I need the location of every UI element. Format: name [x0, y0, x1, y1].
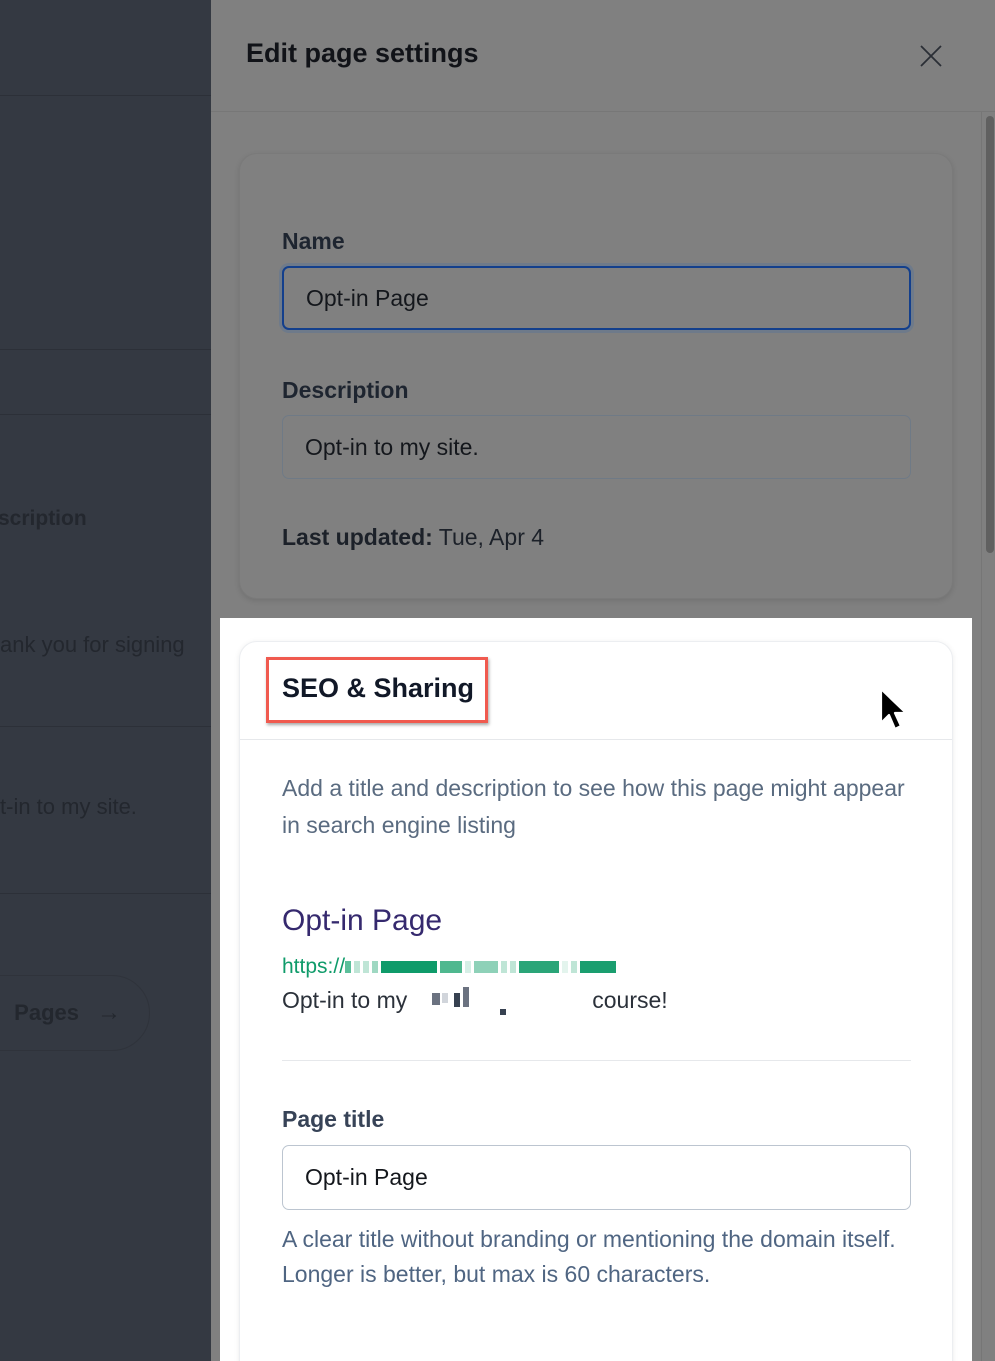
divider [0, 349, 211, 350]
close-icon [920, 45, 942, 67]
redacted-text [407, 986, 592, 1015]
last-updated: Last updated: Tue, Apr 4 [282, 524, 544, 551]
bg-description-header: scription [0, 507, 87, 530]
page-title-input[interactable]: Opt-in Page [282, 1145, 911, 1210]
divider [0, 893, 211, 894]
name-label: Name [282, 228, 345, 254]
search-preview-description: Opt-in to my course! [282, 986, 668, 1015]
search-preview-title: Opt-in Page [282, 904, 443, 937]
general-settings-card: Name Opt-in Page Description Opt-in to m… [239, 153, 953, 599]
seo-sharing-card: SEO & Sharing Add a title and descriptio… [239, 641, 953, 1361]
description-label: Description [282, 377, 409, 403]
divider [282, 1060, 911, 1061]
seo-card-header: SEO & Sharing [240, 642, 952, 740]
edit-page-settings-drawer: Edit page settings Name Opt-in Page Desc… [211, 0, 995, 1361]
background-page: scription ank you for signing t-in to my… [0, 0, 211, 1361]
search-preview-description-prefix: Opt-in to my [282, 987, 408, 1013]
page-title-helper-text: A clear title without branding or mentio… [282, 1226, 896, 1287]
close-button[interactable] [919, 44, 943, 68]
drawer-title: Edit page settings [246, 38, 479, 68]
bg-thank-you-text: ank you for signing [0, 632, 185, 657]
bg-pages-button: Pages → [0, 975, 150, 1051]
page-title-input-value: Opt-in Page [305, 1164, 428, 1190]
search-preview-description-suffix: course! [592, 987, 668, 1013]
mouse-cursor-icon [879, 687, 908, 731]
page-title-label: Page title [282, 1106, 385, 1132]
divider [0, 95, 211, 96]
seo-title: SEO & Sharing [282, 673, 475, 703]
name-input[interactable]: Opt-in Page [282, 266, 911, 330]
bg-description-value: t-in to my site. [0, 794, 137, 819]
redacted-url [345, 955, 619, 979]
scrollbar[interactable] [981, 112, 995, 1361]
drawer-header: Edit page settings [211, 0, 995, 112]
spotlight-highlight: SEO & Sharing Add a title and descriptio… [220, 618, 972, 1361]
search-preview-url: https:// [282, 955, 619, 979]
description-input-value: Opt-in to my site. [305, 433, 479, 460]
scrollbar-thumb[interactable] [986, 116, 994, 553]
name-input-value: Opt-in Page [306, 284, 429, 311]
arrow-right-icon: → [97, 999, 121, 1026]
bg-pages-label: Pages [14, 1000, 79, 1025]
last-updated-label: Last updated: [282, 524, 433, 550]
divider [0, 726, 211, 727]
last-updated-value: Tue, Apr 4 [438, 524, 545, 550]
divider [0, 414, 211, 415]
description-input[interactable]: Opt-in to my site. [282, 415, 911, 479]
search-preview-url-prefix: https:// [282, 955, 346, 978]
seo-intro-text: Add a title and description to see how t… [282, 775, 905, 838]
